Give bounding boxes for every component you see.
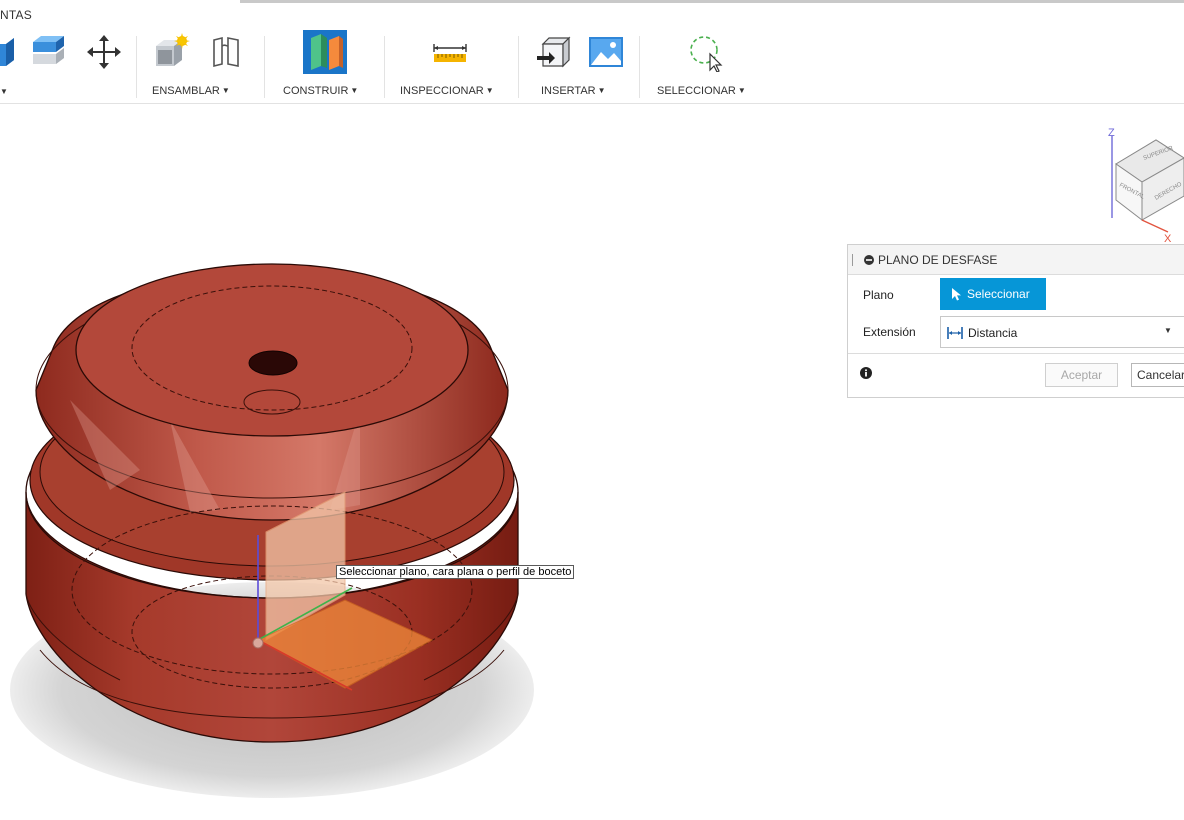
drag-handle[interactable] — [852, 254, 854, 266]
viewcube[interactable]: Z SUPERIOR FRONTAL DERECHO X — [1098, 124, 1184, 244]
dialog-divider — [848, 353, 1184, 354]
toolbar-tab-label[interactable]: NTAS — [0, 8, 32, 22]
toolbar: NTAS ▼ ENSAMBLAR ▼ CONSTRUIR ▼ INSPECCIO… — [0, 0, 1184, 104]
plane-label: Plano — [863, 288, 894, 302]
offset-plane-icon[interactable] — [301, 28, 349, 76]
extent-value: Distancia — [968, 326, 1018, 340]
toolbar-separator — [264, 36, 265, 98]
dialog-title: PLANO DE DESFASE — [878, 253, 998, 267]
3d-viewport[interactable]: Z SUPERIOR FRONTAL DERECHO X — [0, 104, 1184, 820]
measure-icon[interactable] — [430, 32, 470, 72]
toolbar-separator — [136, 36, 137, 98]
insert-mesh-icon[interactable] — [533, 32, 573, 72]
collapse-icon[interactable] — [864, 255, 874, 265]
distance-icon — [947, 327, 963, 339]
first-group-dropdown-arrow[interactable]: ▼ — [0, 85, 8, 97]
inspeccionar-menu[interactable]: INSPECCIONAR ▼ — [400, 85, 494, 97]
axis-z-label: Z — [1108, 127, 1115, 139]
model-view[interactable] — [0, 104, 1184, 820]
insertar-menu[interactable]: INSERTAR ▼ — [541, 85, 606, 97]
accept-button[interactable]: Aceptar — [1045, 363, 1118, 387]
select-icon[interactable] — [686, 32, 726, 72]
press-pull-icon[interactable] — [30, 32, 70, 72]
decal-icon[interactable] — [586, 32, 626, 72]
move-icon[interactable] — [84, 32, 124, 72]
cursor-icon — [952, 288, 961, 301]
info-icon[interactable] — [860, 367, 872, 379]
axis-x-label: X — [1164, 233, 1172, 244]
origin-point[interactable] — [252, 637, 264, 649]
toolbar-separator — [518, 36, 519, 98]
cancel-button[interactable]: Cancelar — [1131, 363, 1184, 387]
offset-plane-dialog: PLANO DE DESFASE Plano Seleccionar Exten… — [847, 244, 1184, 398]
extent-label: Extensión — [863, 325, 916, 339]
extrude-icon[interactable] — [0, 32, 16, 72]
selection-tooltip: Seleccionar plano, cara plana o perfil d… — [336, 565, 575, 579]
cursor-icon — [709, 52, 723, 72]
extent-dropdown[interactable]: Distancia ▼ — [940, 316, 1184, 348]
new-component-icon[interactable] — [152, 32, 192, 72]
dialog-header[interactable]: PLANO DE DESFASE — [848, 245, 1184, 275]
construir-menu[interactable]: CONSTRUIR ▼ — [283, 85, 358, 97]
toolbar-separator — [384, 36, 385, 98]
chevron-down-icon: ▼ — [1164, 326, 1172, 335]
ensamblar-menu[interactable]: ENSAMBLAR ▼ — [152, 85, 230, 97]
tab-strip-line — [240, 0, 1184, 3]
seleccionar-menu[interactable]: SELECCIONAR ▼ — [657, 85, 746, 97]
joint-icon[interactable] — [206, 32, 246, 72]
toolbar-separator — [639, 36, 640, 98]
select-plane-button[interactable]: Seleccionar — [940, 278, 1046, 310]
center-hole[interactable] — [248, 350, 298, 376]
